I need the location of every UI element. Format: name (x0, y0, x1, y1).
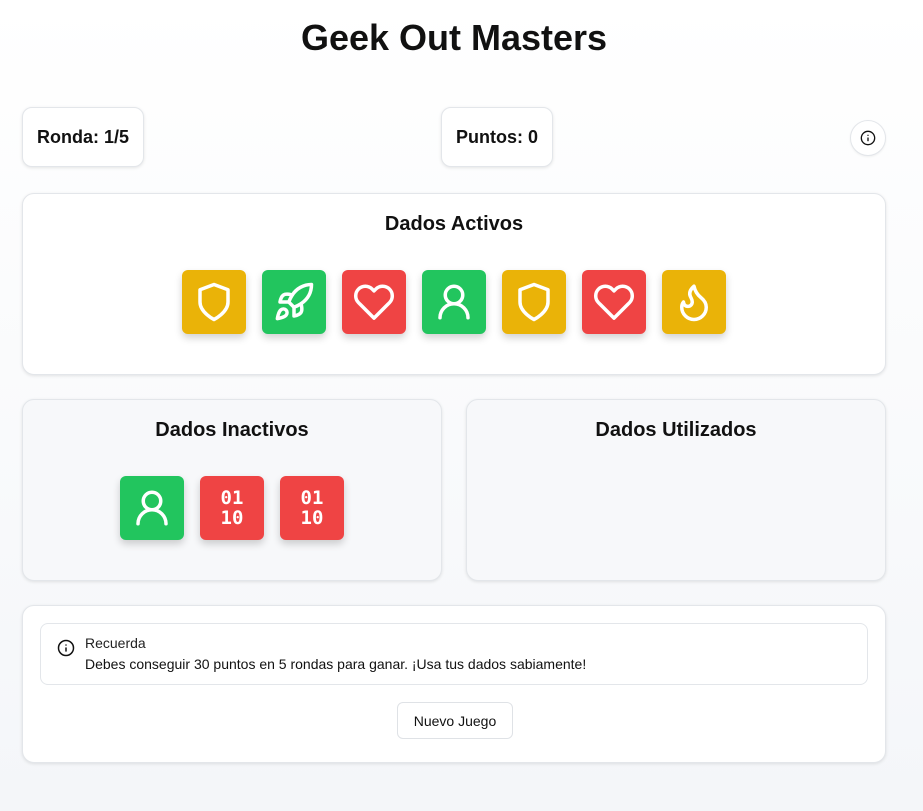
round-label: Ronda: 1/5 (36, 126, 129, 147)
inactive-dice-panel: Dados Inactivos 01 10 01 10 (22, 399, 442, 581)
points-counter: Puntos: 0 (441, 107, 553, 167)
binary-icon: 01 10 (221, 488, 244, 528)
inactive-dice-title: Dados Inactivos (155, 419, 309, 441)
info-icon (860, 130, 876, 146)
active-dice-row (23, 270, 885, 334)
die-binary[interactable]: 01 10 (280, 476, 344, 540)
die-shield[interactable] (182, 270, 246, 334)
active-dice-title: Dados Activos (384, 213, 524, 235)
flame-icon (680, 284, 708, 322)
heart-icon (353, 284, 395, 320)
new-game-button[interactable]: Nuevo Juego (397, 702, 513, 739)
alert-title: Recuerda (85, 635, 146, 651)
die-flame[interactable] (662, 270, 726, 334)
die-rocket[interactable] (262, 270, 326, 334)
round-counter: Ronda: 1/5 (22, 107, 144, 167)
rocket-icon (275, 282, 314, 321)
footer-panel: Recuerda Debes conseguir 30 puntos en 5 … (22, 605, 886, 763)
shield-icon (198, 282, 230, 322)
binary-icon: 01 10 (301, 488, 324, 528)
die-binary[interactable]: 01 10 (200, 476, 264, 540)
inactive-dice-row: 01 10 01 10 (23, 476, 441, 540)
alert-text: Debes conseguir 30 puntos en 5 rondas pa… (85, 656, 587, 672)
die-heart[interactable] (342, 270, 406, 334)
binary-line: 10 (300, 507, 324, 529)
die-person[interactable] (120, 476, 184, 540)
active-dice-panel: Dados Activos (22, 193, 886, 375)
points-label: Puntos: 0 (455, 126, 538, 147)
shield-icon (518, 282, 550, 322)
used-dice-panel: Dados Utilizados (466, 399, 886, 581)
die-person[interactable] (422, 270, 486, 334)
die-heart[interactable] (582, 270, 646, 334)
binary-line: 01 (220, 487, 244, 509)
die-shield[interactable] (502, 270, 566, 334)
used-dice-title: Dados Utilizados (595, 419, 757, 441)
person-icon (136, 490, 168, 526)
binary-line: 10 (220, 507, 244, 529)
reminder-alert: Recuerda Debes conseguir 30 puntos en 5 … (40, 623, 868, 685)
person-icon (438, 284, 470, 320)
heart-icon (593, 284, 635, 320)
info-button[interactable] (850, 120, 886, 156)
binary-line: 01 (300, 487, 324, 509)
info-icon (57, 639, 75, 657)
page-title: Geek Out Masters (300, 17, 608, 58)
